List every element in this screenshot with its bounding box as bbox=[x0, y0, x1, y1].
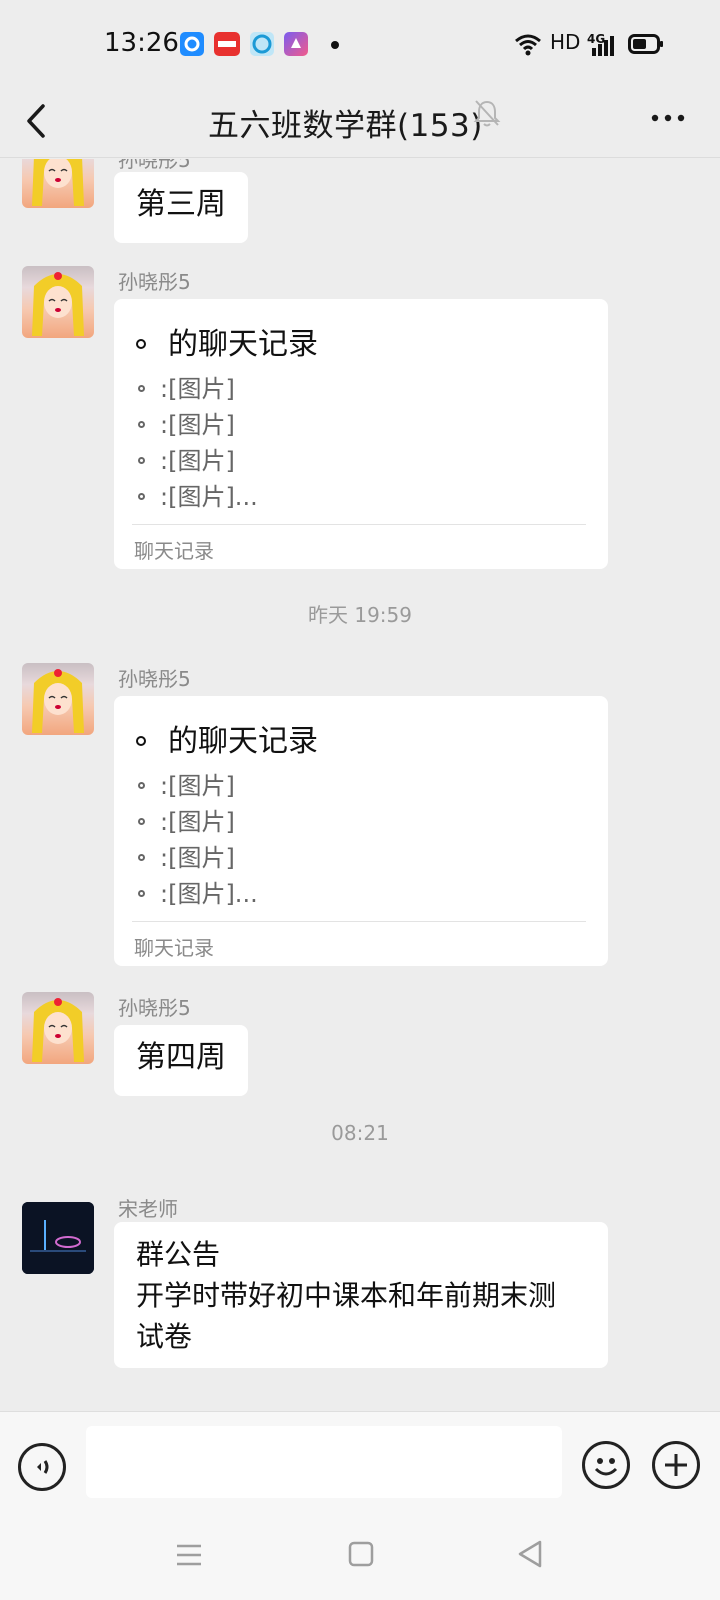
message-input[interactable] bbox=[86, 1426, 562, 1498]
record-bullet-icon bbox=[138, 385, 145, 392]
back-icon[interactable] bbox=[22, 98, 52, 148]
record-line: :[图片]... bbox=[160, 880, 258, 908]
avatar[interactable] bbox=[22, 1202, 94, 1274]
toutiao-icon bbox=[214, 32, 240, 56]
divider bbox=[132, 921, 586, 922]
message-list[interactable]: 孙晓彤5 第三周 孙晓彤5 的聊天记录 :[图片] :[图片] :[图片] :[… bbox=[0, 159, 720, 1411]
record-bullet-icon bbox=[138, 493, 145, 500]
chat-title: 五六班数学群(153) bbox=[208, 108, 483, 144]
record-bullet-icon bbox=[138, 890, 145, 897]
sender-name: 宋老师 bbox=[118, 1197, 178, 1221]
record-line: :[图片]... bbox=[160, 483, 258, 511]
sender-name: 孙晓彤5 bbox=[118, 667, 191, 691]
record-bullet-icon bbox=[138, 782, 145, 789]
record-bullet-icon bbox=[136, 339, 146, 349]
menu-icon[interactable] bbox=[176, 1542, 202, 1572]
system-navigation-bar bbox=[0, 1521, 720, 1600]
avatar[interactable] bbox=[22, 159, 94, 208]
chat-record-card[interactable]: 的聊天记录 :[图片] :[图片] :[图片] :[图片]... 聊天记录 bbox=[114, 696, 608, 966]
record-line: :[图片] bbox=[160, 772, 235, 800]
home-icon[interactable] bbox=[348, 1541, 374, 1571]
voice-icon[interactable] bbox=[18, 1443, 66, 1491]
record-footer: 聊天记录 bbox=[134, 539, 214, 563]
emoji-icon[interactable] bbox=[582, 1441, 630, 1489]
mute-bell-icon bbox=[473, 98, 501, 132]
app-purple-icon bbox=[284, 32, 308, 56]
message-text: 第四周 bbox=[136, 1040, 226, 1075]
record-line: :[图片] bbox=[160, 411, 235, 439]
record-bullet-icon bbox=[136, 736, 146, 746]
more-icon[interactable] bbox=[650, 108, 686, 127]
wifi-icon bbox=[514, 32, 542, 60]
record-title: 的聊天记录 bbox=[168, 327, 318, 362]
record-line: :[图片] bbox=[160, 375, 235, 403]
message-text: 群公告 开学时带好初中课本和年前期末测 试卷 bbox=[136, 1238, 557, 1353]
record-line: :[图片] bbox=[160, 844, 235, 872]
message-text: 第三周 bbox=[136, 187, 226, 222]
record-line: :[图片] bbox=[160, 447, 235, 475]
announcement-bubble[interactable]: 群公告 开学时带好初中课本和年前期末测 试卷 bbox=[114, 1222, 608, 1368]
sender-name: 孙晓彤5 bbox=[118, 270, 191, 294]
input-bar bbox=[0, 1411, 720, 1521]
record-bullet-icon bbox=[138, 854, 145, 861]
back-triangle-icon[interactable] bbox=[516, 1539, 544, 1573]
record-footer: 聊天记录 bbox=[134, 936, 214, 960]
avatar[interactable] bbox=[22, 266, 94, 338]
nav-bar: 五六班数学群(153) bbox=[0, 88, 720, 158]
timestamp: 08:21 bbox=[331, 1121, 389, 1145]
browser-icon bbox=[250, 32, 274, 56]
blue-app-icon bbox=[180, 32, 204, 56]
record-bullet-icon bbox=[138, 818, 145, 825]
sender-name: 孙晓彤5 bbox=[118, 996, 191, 1020]
timestamp: 昨天 19:59 bbox=[308, 603, 412, 627]
message-bubble[interactable]: 第三周 bbox=[114, 172, 248, 243]
network-label: HD bbox=[550, 30, 581, 54]
record-bullet-icon bbox=[138, 457, 145, 464]
avatar[interactable] bbox=[22, 663, 94, 735]
plus-icon[interactable] bbox=[652, 1441, 700, 1489]
status-bar: 13:26 HD 4G bbox=[0, 0, 720, 88]
sender-name: 孙晓彤5 bbox=[118, 159, 191, 172]
chat-record-card[interactable]: 的聊天记录 :[图片] :[图片] :[图片] :[图片]... 聊天记录 bbox=[114, 299, 608, 569]
battery-icon bbox=[628, 33, 664, 59]
signal-icon bbox=[590, 34, 616, 60]
record-line: :[图片] bbox=[160, 808, 235, 836]
status-time: 13:26 bbox=[104, 28, 179, 58]
avatar[interactable] bbox=[22, 992, 94, 1064]
message-bubble[interactable]: 第四周 bbox=[114, 1025, 248, 1096]
record-bullet-icon bbox=[138, 421, 145, 428]
divider bbox=[132, 524, 586, 525]
record-title: 的聊天记录 bbox=[168, 724, 318, 759]
notification-dot-icon bbox=[331, 41, 339, 49]
